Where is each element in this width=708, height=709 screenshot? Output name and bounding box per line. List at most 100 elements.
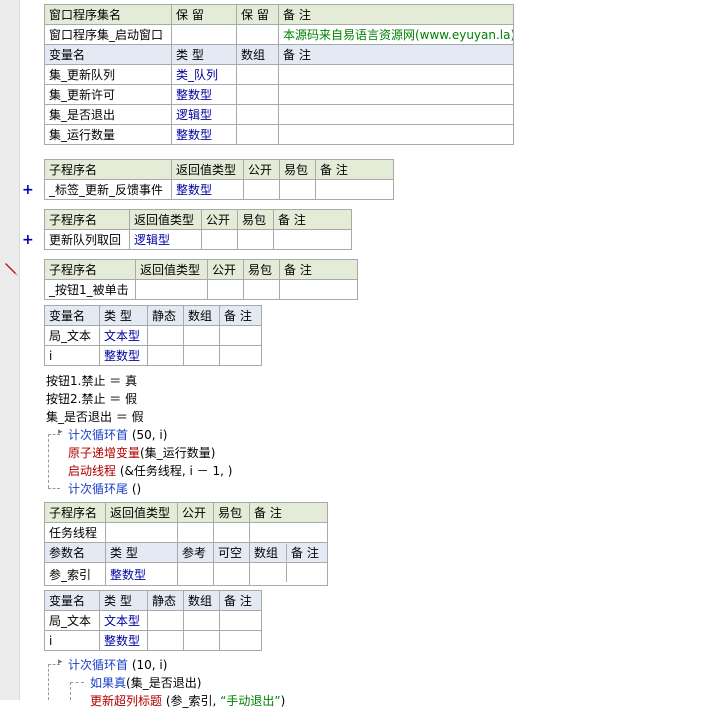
code-line[interactable]: 集_是否退出 ＝ 假 <box>46 408 144 425</box>
sub-name-cell[interactable]: _标签_更新_反馈事件 <box>44 179 172 200</box>
header-cell: 子程序名 <box>44 159 172 180</box>
static-cell[interactable] <box>147 610 184 631</box>
table-row[interactable]: 集_是否退出 逻辑型 <box>44 104 514 125</box>
sub-name-cell[interactable]: 任务线程 <box>44 522 106 543</box>
table-row[interactable]: 局_文本 文本型 <box>44 325 262 346</box>
public-cell[interactable] <box>177 522 214 543</box>
return-type-cell[interactable] <box>135 279 208 300</box>
var-type-cell[interactable]: 文本型 <box>99 610 148 631</box>
code-line[interactable]: 计次循环首 (10, i) <box>68 656 167 673</box>
remark-cell[interactable] <box>219 630 262 651</box>
var-name-cell[interactable]: 集_更新队列 <box>44 64 172 85</box>
table-row[interactable]: 任务线程 <box>44 522 328 543</box>
var-type-cell[interactable]: 文本型 <box>99 325 148 346</box>
array-cell[interactable] <box>249 562 328 586</box>
code-line[interactable]: 原子递增变量(集_运行数量) <box>68 444 215 461</box>
remark-cell[interactable] <box>219 325 262 346</box>
var-name-cell[interactable]: 集_更新许可 <box>44 84 172 105</box>
var-name-cell[interactable]: 局_文本 <box>44 325 100 346</box>
table-row[interactable]: 集_更新许可 整数型 <box>44 84 514 105</box>
return-type-cell[interactable]: 逻辑型 <box>129 229 202 250</box>
code-line[interactable]: 计次循环尾 () <box>68 480 141 497</box>
table-row[interactable]: 集_运行数量 整数型 <box>44 124 514 145</box>
code-line[interactable]: 启动线程 (&任务线程, i － 1, ) <box>68 462 232 479</box>
static-cell[interactable] <box>147 630 184 651</box>
array-cell[interactable] <box>236 124 279 145</box>
array-cell[interactable] <box>236 104 279 125</box>
table-row[interactable]: _标签_更新_反馈事件 整数型 <box>44 179 394 200</box>
remark-cell[interactable] <box>278 124 514 145</box>
subroutine-table: 子程序名 返回值类型 公开 易包 备 注 _按钮1_被单击 <box>44 259 358 300</box>
reserved-cell[interactable] <box>171 24 237 45</box>
var-name-cell[interactable]: 集_是否退出 <box>44 104 172 125</box>
expand-icon[interactable]: + <box>22 182 34 198</box>
var-type-cell[interactable]: 逻辑型 <box>171 104 237 125</box>
expand-icon[interactable]: + <box>22 232 34 248</box>
table-row[interactable]: i 整数型 <box>44 630 262 651</box>
header-cell: 参数名 <box>44 542 106 563</box>
sub-name-cell[interactable]: _按钮1_被单击 <box>44 279 136 300</box>
nullable-cell[interactable] <box>213 562 250 586</box>
return-type-cell[interactable] <box>105 522 178 543</box>
return-type-cell[interactable]: 整数型 <box>171 179 244 200</box>
var-name-cell[interactable]: 集_运行数量 <box>44 124 172 145</box>
var-name-cell[interactable]: i <box>44 345 100 366</box>
static-cell[interactable] <box>147 345 184 366</box>
remark-cell[interactable] <box>278 64 514 85</box>
remark-cell[interactable] <box>219 345 262 366</box>
table-row[interactable]: 更新队列取回 逻辑型 <box>44 229 352 250</box>
reference-cell[interactable] <box>177 562 214 586</box>
remark-cell[interactable] <box>249 522 328 543</box>
header-cell: 类 型 <box>99 305 148 326</box>
var-name-cell[interactable]: i <box>44 630 100 651</box>
remark-cell[interactable] <box>219 610 262 631</box>
header-cell: 子程序名 <box>44 209 130 230</box>
code-line[interactable]: 按钮1.禁止 ＝ 真 <box>46 372 137 389</box>
remark-cell[interactable]: 本源码来自易语言资源网(www.eyuyan.la) <box>278 24 514 45</box>
table-row[interactable]: 参_索引 整数型 <box>44 562 328 586</box>
array-cell[interactable] <box>183 630 220 651</box>
remark-cell[interactable] <box>315 179 394 200</box>
array-cell[interactable] <box>183 325 220 346</box>
var-type-cell[interactable]: 整数型 <box>171 84 237 105</box>
reserved-cell[interactable] <box>236 24 279 45</box>
remark-cell[interactable] <box>279 279 358 300</box>
static-cell[interactable] <box>147 325 184 346</box>
code-line[interactable]: 如果真(集_是否退出) <box>90 674 201 691</box>
epackage-cell[interactable] <box>213 522 250 543</box>
table-row[interactable]: 局_文本 文本型 <box>44 610 262 631</box>
array-cell[interactable] <box>183 345 220 366</box>
epackage-cell[interactable] <box>279 179 316 200</box>
param-type-cell[interactable]: 整数型 <box>105 562 178 586</box>
var-type-cell[interactable]: 整数型 <box>171 124 237 145</box>
assembly-name-cell[interactable]: 窗口程序集_启动窗口 <box>44 24 172 45</box>
sub-name-cell[interactable]: 更新队列取回 <box>44 229 130 250</box>
remark-cell[interactable] <box>278 84 514 105</box>
array-cell[interactable] <box>236 84 279 105</box>
param-name-cell[interactable]: 参_索引 <box>44 562 106 586</box>
header-cell: 返回值类型 <box>105 502 178 523</box>
epackage-cell[interactable] <box>237 229 274 250</box>
line-gutter <box>0 0 20 700</box>
table-row[interactable]: i 整数型 <box>44 345 262 366</box>
remark-cell[interactable] <box>273 229 352 250</box>
var-name-cell[interactable]: 局_文本 <box>44 610 100 631</box>
public-cell[interactable] <box>243 179 280 200</box>
header-cell: 变量名 <box>44 590 100 611</box>
epackage-cell[interactable] <box>243 279 280 300</box>
header-cell: 变量名 <box>44 44 172 65</box>
public-cell[interactable] <box>201 229 238 250</box>
remark-cell[interactable] <box>278 104 514 125</box>
array-cell[interactable] <box>183 610 220 631</box>
table-row[interactable]: 集_更新队列 类_队列 <box>44 64 514 85</box>
var-type-cell[interactable]: 类_队列 <box>171 64 237 85</box>
code-line[interactable]: 更新超列标题 (参_索引, “手动退出”) <box>90 692 285 709</box>
var-type-cell[interactable]: 整数型 <box>99 345 148 366</box>
public-cell[interactable] <box>207 279 244 300</box>
table-row[interactable]: _按钮1_被单击 <box>44 279 358 300</box>
var-type-cell[interactable]: 整数型 <box>99 630 148 651</box>
code-line[interactable]: 计次循环首 (50, i) <box>68 426 167 443</box>
command-name: 原子递增变量 <box>68 446 141 460</box>
code-line[interactable]: 按钮2.禁止 ＝ 假 <box>46 390 137 407</box>
array-cell[interactable] <box>236 64 279 85</box>
